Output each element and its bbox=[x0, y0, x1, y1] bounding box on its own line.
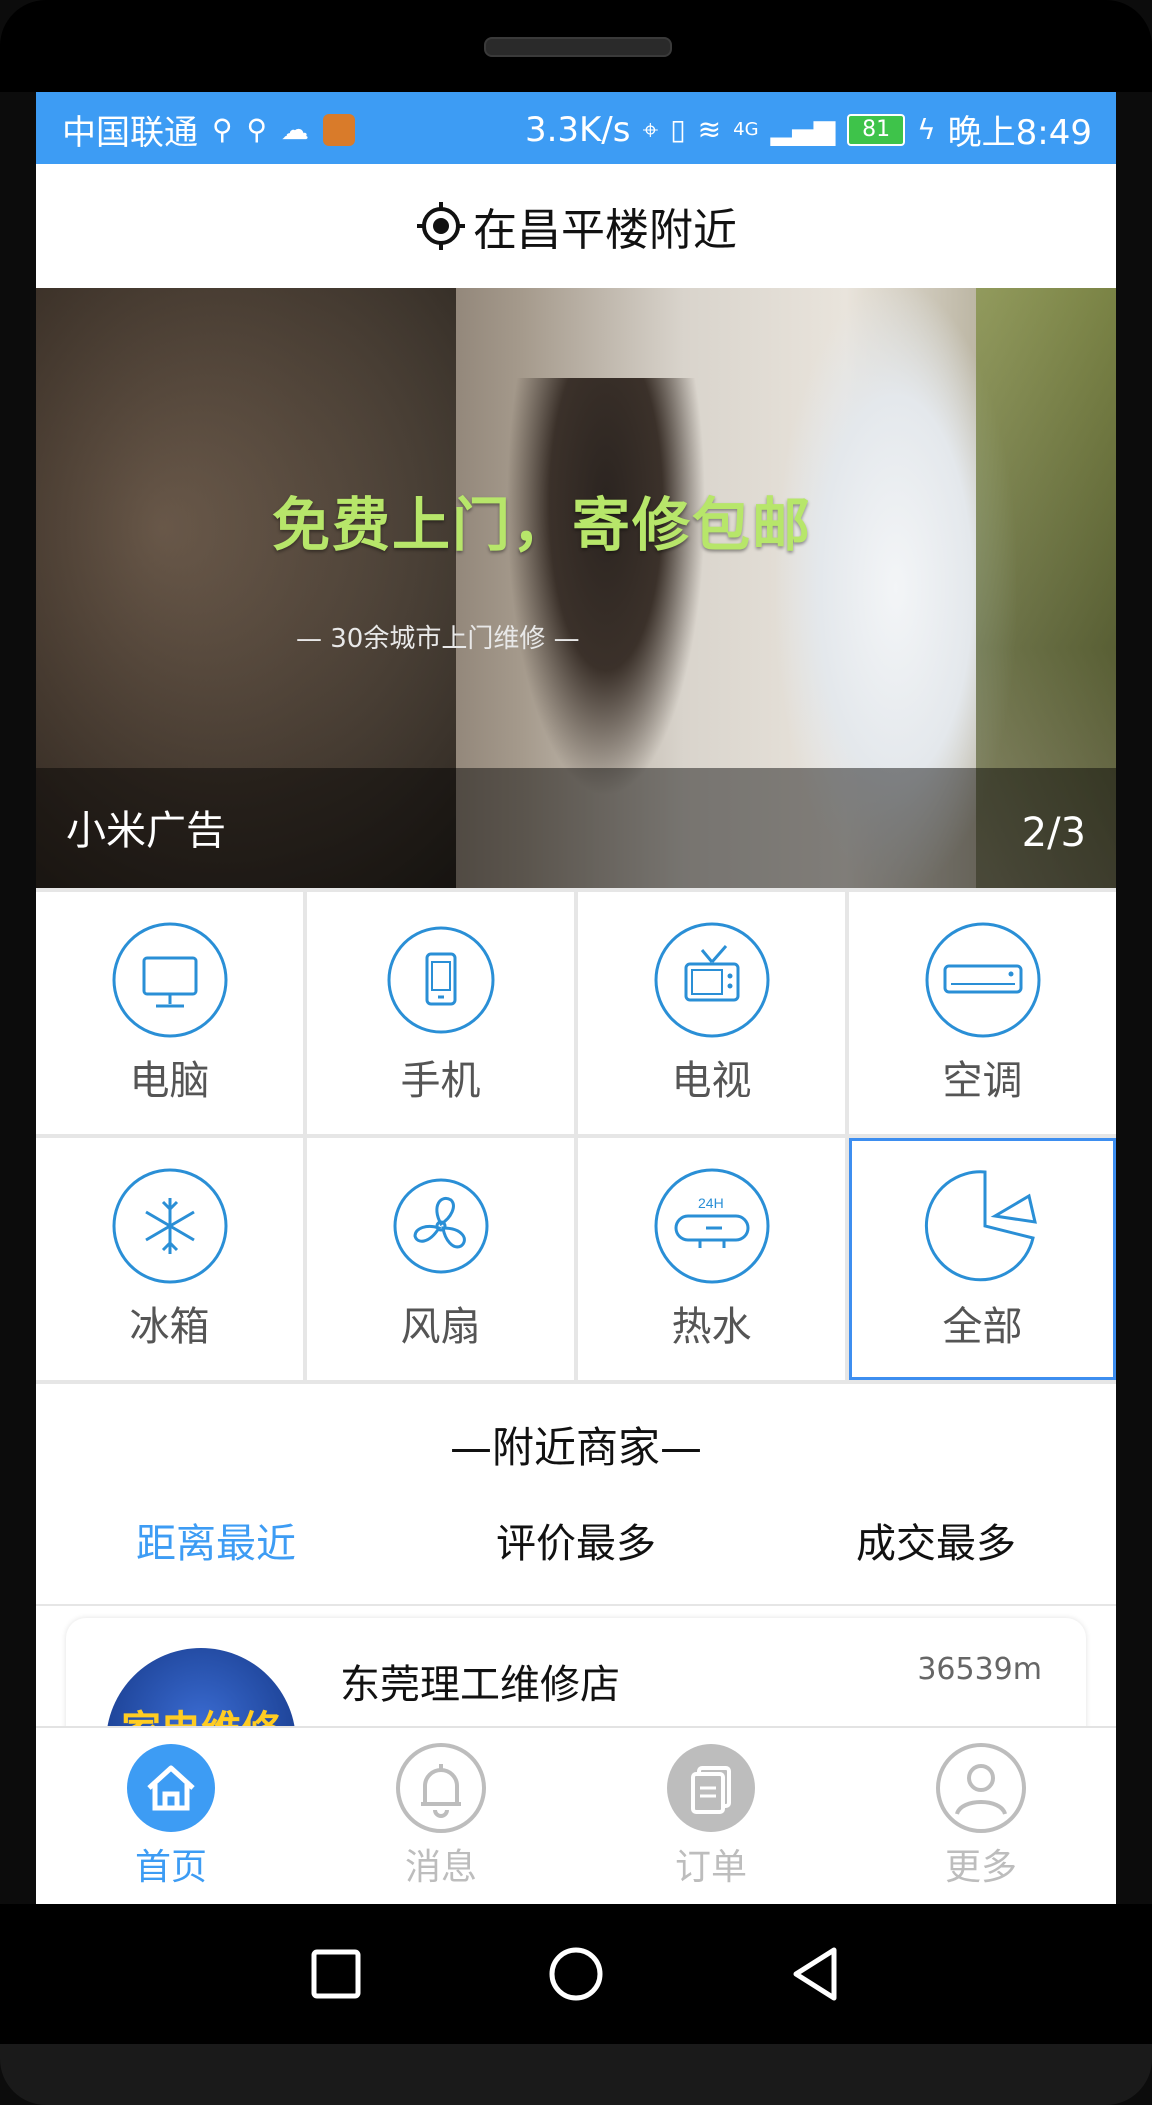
category-label: 手机 bbox=[400, 1058, 481, 1104]
nav-more[interactable]: 更多 bbox=[846, 1728, 1116, 1904]
clock: 晚上8:49 bbox=[947, 113, 1092, 153]
tab-most-deals[interactable]: 成交最多 bbox=[756, 1504, 1116, 1584]
weather-icon: ☁ bbox=[281, 113, 310, 146]
app-screen: 中国联通 ⚲ ⚲ ☁ 3.3K/s ⌖ ▯ ≋ 4G ▂▄▆ 81 ϟ 晚上8:… bbox=[36, 92, 1116, 1904]
svg-text:24H: 24H bbox=[698, 1195, 724, 1211]
category-fan[interactable]: 风扇 bbox=[307, 1138, 574, 1380]
nav-home[interactable]: 首页 bbox=[36, 1728, 306, 1904]
usb-icon-2: ⚲ bbox=[246, 113, 268, 146]
phone-top-bezel bbox=[0, 0, 1152, 92]
computer-icon bbox=[112, 922, 227, 1038]
carrier-label: 中国联通 bbox=[62, 113, 198, 153]
phone-bottom-bezel bbox=[0, 2044, 1152, 2105]
location-header[interactable]: 在昌平楼附近 bbox=[36, 164, 1116, 290]
category-air-conditioner[interactable]: 空调 bbox=[849, 892, 1116, 1134]
category-label: 电视 bbox=[671, 1058, 752, 1104]
nav-messages[interactable]: 消息 bbox=[306, 1728, 576, 1904]
locate-icon bbox=[417, 202, 465, 250]
location-title: 在昌平楼附近 bbox=[473, 205, 737, 256]
sort-tabs: 距离最近 评价最多 成交最多 bbox=[36, 1504, 1116, 1584]
network-type: 4G bbox=[733, 119, 759, 140]
banner-page-counter: 2/3 bbox=[1021, 810, 1086, 856]
category-label: 风扇 bbox=[400, 1304, 481, 1350]
all-icon bbox=[924, 1170, 1037, 1282]
wifi-icon: ≋ bbox=[697, 113, 722, 146]
category-computer[interactable]: 电脑 bbox=[36, 892, 303, 1134]
category-label: 空调 bbox=[942, 1058, 1023, 1104]
user-icon bbox=[936, 1743, 1026, 1833]
air-conditioner-icon bbox=[925, 922, 1040, 1038]
nav-label: 消息 bbox=[404, 1847, 477, 1888]
nav-label: 首页 bbox=[134, 1847, 207, 1888]
section-title: —附近商家— bbox=[449, 1423, 702, 1472]
tv-icon bbox=[654, 922, 769, 1038]
banner-caption: 小米广告 bbox=[66, 808, 226, 854]
promo-banner[interactable]: 免费上门，寄修包邮 — 30余城市上门维修 — 小米广告 2/3 bbox=[36, 288, 1116, 888]
nav-label: 更多 bbox=[944, 1847, 1017, 1888]
home-icon bbox=[127, 1744, 215, 1832]
shop-distance: 36539m bbox=[917, 1652, 1042, 1687]
bottom-nav: 首页 消息 订单 更多 bbox=[36, 1726, 1116, 1904]
category-label: 全部 bbox=[942, 1304, 1023, 1350]
recents-button[interactable] bbox=[296, 1934, 376, 2014]
divider bbox=[36, 1604, 1116, 1606]
location-pin-icon: ⌖ bbox=[642, 112, 659, 146]
tab-nearest[interactable]: 距离最近 bbox=[36, 1504, 396, 1584]
net-speed: 3.3K/s bbox=[524, 109, 631, 150]
banner-slogan: 免费上门，寄修包邮 bbox=[272, 491, 813, 559]
home-button[interactable] bbox=[536, 1934, 616, 2014]
tab-most-reviewed[interactable]: 评价最多 bbox=[396, 1504, 756, 1584]
nav-orders[interactable]: 订单 bbox=[576, 1728, 846, 1904]
water-heater-icon: 24H bbox=[654, 1168, 769, 1284]
speaker-grille bbox=[484, 37, 672, 57]
category-phone[interactable]: 手机 bbox=[307, 892, 574, 1134]
banner-subslogan: — 30余城市上门维修 — bbox=[296, 624, 580, 654]
category-all[interactable]: 全部 bbox=[849, 1138, 1116, 1380]
app-notification-icon bbox=[323, 113, 356, 146]
nav-label: 订单 bbox=[674, 1847, 747, 1888]
banner-photo-customer bbox=[506, 378, 706, 798]
orders-icon bbox=[667, 1744, 755, 1832]
category-label: 冰箱 bbox=[129, 1304, 210, 1350]
category-water-heater[interactable]: 24H 热水 bbox=[578, 1138, 845, 1380]
fridge-icon bbox=[112, 1168, 227, 1284]
category-grid: 电脑 手机 电视 空调 冰箱 风扇 24H 热水 全部 bbox=[36, 888, 1116, 1384]
back-button[interactable] bbox=[776, 1934, 856, 2014]
category-label: 电脑 bbox=[129, 1058, 210, 1104]
fan-icon bbox=[393, 1178, 488, 1274]
category-label: 热水 bbox=[671, 1304, 752, 1350]
system-nav-bar bbox=[0, 1904, 1152, 2044]
category-fridge[interactable]: 冰箱 bbox=[36, 1138, 303, 1380]
bell-icon bbox=[396, 1743, 486, 1833]
category-tv[interactable]: 电视 bbox=[578, 892, 845, 1134]
battery-icon: 81 bbox=[847, 113, 906, 146]
signal-icon: ▂▄▆ bbox=[770, 113, 836, 146]
vibrate-icon: ▯ bbox=[670, 113, 686, 146]
usb-icon: ⚲ bbox=[212, 113, 233, 146]
phone-icon bbox=[387, 926, 494, 1034]
status-bar: 中国联通 ⚲ ⚲ ☁ 3.3K/s ⌖ ▯ ≋ 4G ▂▄▆ 81 ϟ 晚上8:… bbox=[36, 92, 1116, 164]
charging-icon: ϟ bbox=[917, 113, 936, 146]
shop-name: 东莞理工维修店 bbox=[340, 1662, 620, 1708]
